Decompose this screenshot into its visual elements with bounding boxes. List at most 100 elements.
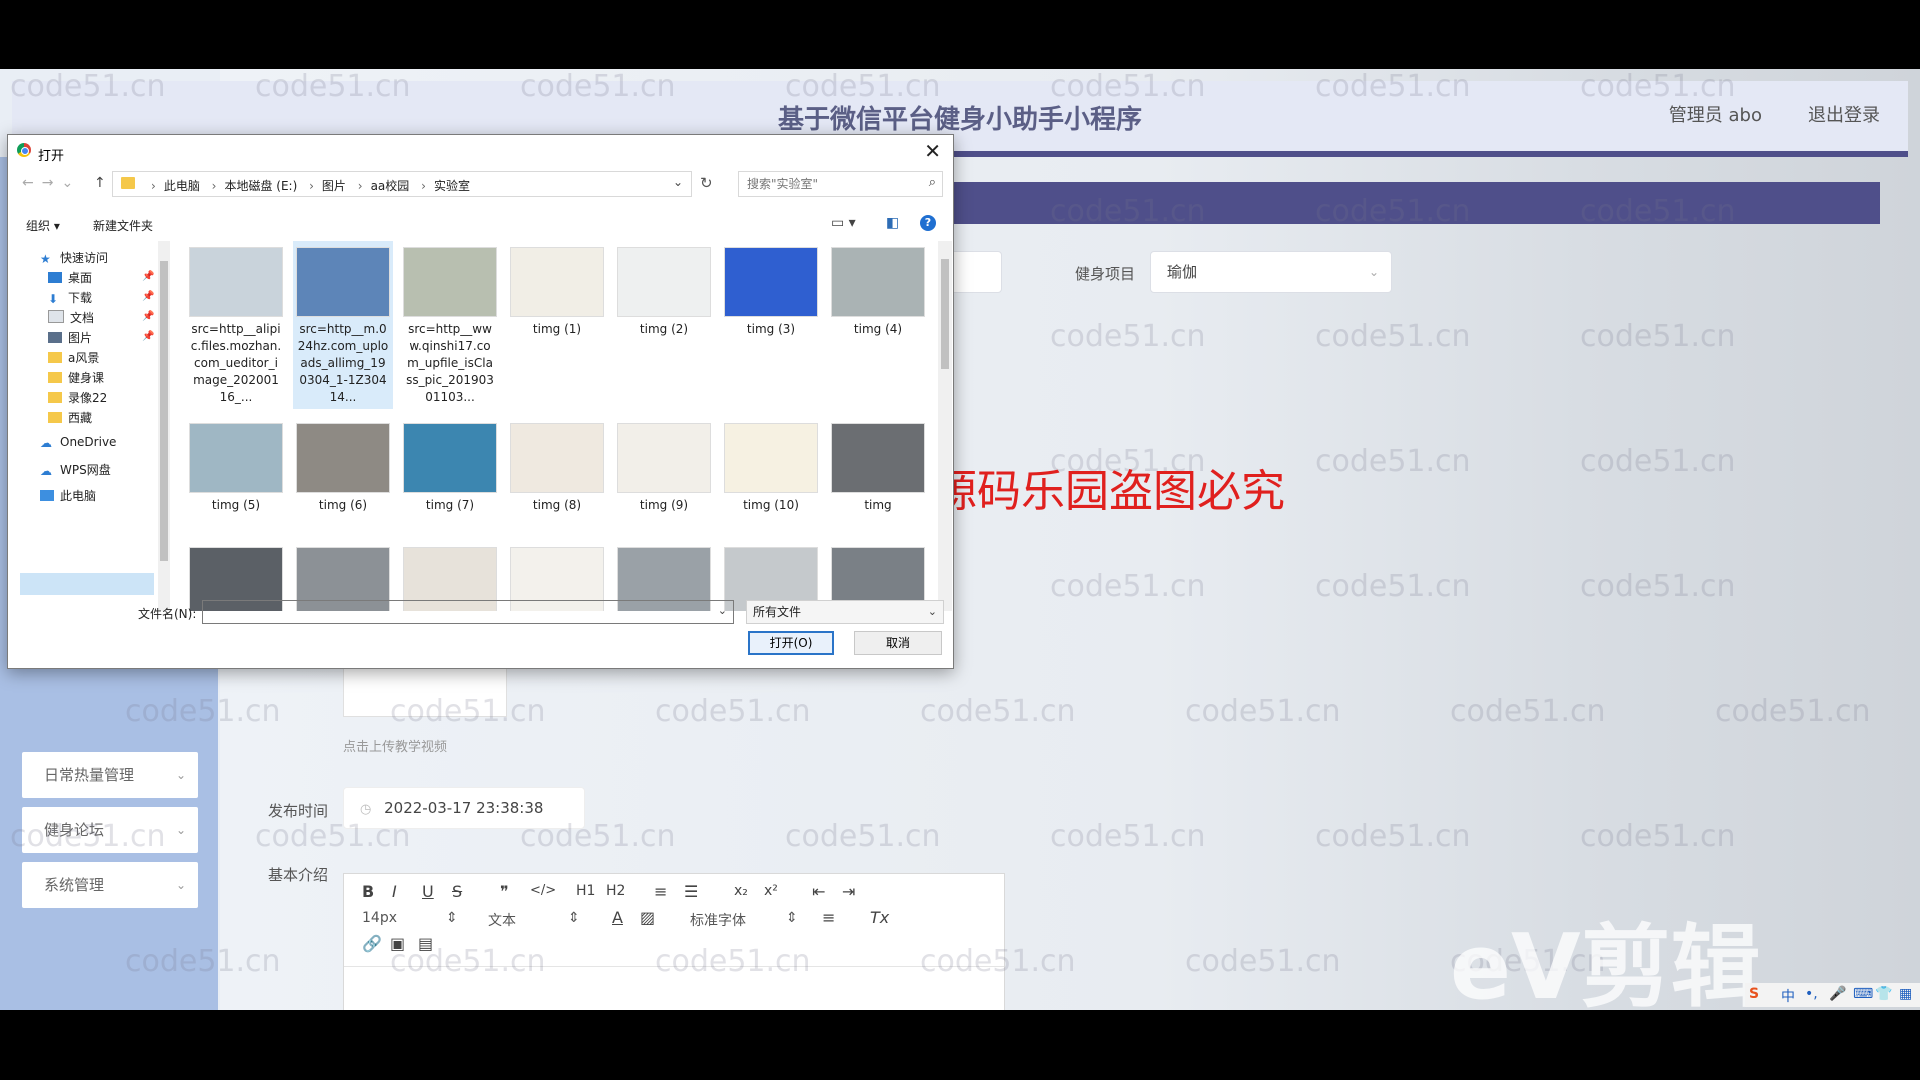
code-button[interactable]: </>	[530, 883, 556, 898]
organize-button[interactable]: 组织 ▾	[26, 217, 60, 234]
background-color-icon[interactable]: ▨	[640, 908, 655, 927]
search-box[interactable]: ⌕	[738, 171, 943, 197]
pin-icon[interactable]: 📌	[142, 271, 154, 282]
nav-item-downloads[interactable]: ⬇ 下载	[48, 289, 92, 306]
picture-icon	[48, 332, 62, 343]
breadcrumb-item[interactable]: aa校园	[371, 179, 410, 193]
nav-item-wps[interactable]: ☁ WPS网盘	[40, 461, 111, 478]
file-item[interactable]: src=http__www.qinshi17.com_upfile_isClas…	[400, 241, 500, 409]
scrollbar-thumb[interactable]	[941, 259, 949, 369]
cancel-button[interactable]: 取消	[854, 631, 942, 655]
breadcrumb-item[interactable]: 此电脑	[164, 179, 200, 193]
subscript-button[interactable]: x₂	[734, 883, 748, 899]
quote-button[interactable]: ❞	[500, 882, 509, 901]
scrollbar-thumb[interactable]	[160, 261, 168, 561]
close-icon[interactable]: ✕	[924, 139, 941, 163]
search-input[interactable]	[739, 172, 919, 196]
breadcrumb-item[interactable]: 图片	[322, 179, 346, 193]
font-family-select[interactable]: 标准字体	[690, 910, 746, 930]
superscript-button[interactable]: x²	[764, 883, 778, 899]
search-icon[interactable]: ⌕	[929, 175, 936, 190]
file-item[interactable]: timg (4)	[828, 241, 928, 338]
text-type-select[interactable]: 文本	[488, 910, 516, 930]
outdent-button[interactable]: ⇤	[812, 882, 825, 901]
pin-icon[interactable]: 📌	[142, 331, 154, 342]
refresh-icon[interactable]: ↻	[700, 174, 713, 192]
pin-icon[interactable]: 📌	[142, 291, 154, 302]
ordered-list-button[interactable]: ≡	[654, 882, 667, 901]
nav-item-folder[interactable]: 西藏	[48, 409, 92, 426]
help-icon[interactable]: ?	[920, 215, 936, 231]
upload-tip: 点击上传教学视频	[343, 740, 448, 755]
file-item[interactable]: timg (10)	[721, 417, 821, 514]
punct-indicator[interactable]: •,	[1805, 986, 1818, 1002]
open-button[interactable]: 打开(O)	[748, 631, 834, 655]
cloud-icon: ☁	[40, 436, 52, 450]
filename-field[interactable]: ⌄	[202, 600, 734, 624]
underline-button[interactable]: U	[422, 882, 434, 901]
italic-button[interactable]: I	[392, 882, 397, 901]
file-item[interactable]: timg (2)	[614, 241, 714, 338]
filename-input[interactable]	[203, 601, 707, 623]
nav-item-pictures[interactable]: 图片	[48, 329, 92, 346]
project-select[interactable]: 瑜伽 ⌄	[1150, 251, 1392, 293]
file-scrollbar[interactable]	[938, 241, 952, 611]
up-arrow-icon[interactable]: ↑	[94, 175, 106, 191]
watermark: code51.cn	[1050, 194, 1206, 229]
download-icon: ⬇	[48, 292, 59, 306]
nav-item-desktop[interactable]: 桌面	[48, 269, 92, 286]
current-user[interactable]: 管理员 abo	[1669, 101, 1762, 127]
nav-item-this-pc[interactable]: 此电脑	[40, 487, 96, 504]
view-options-icon[interactable]: ▭ ▾	[831, 215, 856, 231]
breadcrumb-item[interactable]: 实验室	[434, 179, 470, 193]
back-forward-icons[interactable]: ←→⌄	[22, 175, 81, 191]
breadcrumb-item[interactable]: 本地磁盘 (E:)	[224, 179, 297, 193]
bold-button[interactable]: B	[362, 882, 374, 901]
strike-button[interactable]: S	[452, 882, 462, 901]
font-color-icon[interactable]: A	[612, 908, 623, 927]
file-item[interactable]: timg (8)	[507, 417, 607, 514]
file-item[interactable]: src=http__m.024hz.com_uploads_allimg_190…	[293, 241, 393, 409]
file-item[interactable]: timg (1)	[507, 241, 607, 338]
file-item[interactable]: timg (7)	[400, 417, 500, 514]
nav-scrollbar[interactable]	[158, 241, 170, 611]
nav-item-onedrive[interactable]: ☁ OneDrive	[40, 435, 116, 450]
ime-indicator[interactable]: 中	[1781, 986, 1795, 1006]
file-item[interactable]: timg (3)	[721, 241, 821, 338]
bullet-list-button[interactable]: ☰	[684, 882, 698, 901]
keyboard-icon[interactable]: ⌨	[1853, 986, 1873, 1002]
mic-icon[interactable]: 🎤	[1829, 986, 1846, 1002]
file-item[interactable]: timg (5)	[186, 417, 286, 514]
file-item[interactable]: timg (6)	[293, 417, 393, 514]
h1-button[interactable]: H1	[576, 883, 595, 899]
address-bar[interactable]: › 此电脑 › 本地磁盘 (E:) › 图片 › aa校园 › 实验室 ⌄	[112, 171, 692, 197]
align-icon[interactable]: ≡	[822, 908, 835, 927]
preview-pane-icon[interactable]: ◧	[886, 215, 899, 231]
skin-icon[interactable]: 👕	[1875, 986, 1892, 1002]
nav-item-label: a风景	[68, 351, 100, 365]
h2-button[interactable]: H2	[606, 883, 625, 899]
font-size-select[interactable]: 14px	[362, 910, 397, 926]
indent-button[interactable]: ⇥	[842, 882, 855, 901]
nav-item-folder[interactable]: a风景	[48, 349, 99, 366]
nav-item-documents[interactable]: 文档	[48, 309, 94, 326]
pin-icon[interactable]: 📌	[142, 311, 154, 322]
chevron-down-icon[interactable]: ⌄	[673, 175, 683, 189]
menu-grid-icon[interactable]: ▦	[1899, 986, 1912, 1002]
rich-text-editor[interactable]: B I U S ❞ </> H1 H2 ≡ ☰ x₂ x² ⇤ ⇥ 14px ⇕…	[343, 873, 1005, 1010]
new-folder-button[interactable]: 新建文件夹	[93, 217, 153, 234]
sidebar-item-system[interactable]: 系统管理 ⌄	[22, 862, 198, 908]
nav-item-quick-access[interactable]: ★ 快速访问	[40, 249, 108, 266]
file-item[interactable]: timg	[828, 417, 928, 514]
file-item[interactable]: timg (9)	[614, 417, 714, 514]
filetype-select[interactable]: 所有文件 ⌄	[746, 600, 944, 624]
chevron-down-icon[interactable]: ⌄	[718, 604, 727, 617]
link-icon[interactable]: 🔗	[362, 934, 382, 953]
logout-link[interactable]: 退出登录	[1808, 101, 1880, 127]
sogou-icon[interactable]: S	[1749, 986, 1759, 1002]
clear-format-button[interactable]: Tx	[870, 908, 889, 927]
file-item[interactable]: src=http__alipic.files.mozhan.com_uedito…	[186, 241, 286, 409]
nav-item-folder[interactable]: 录像22	[48, 389, 107, 406]
sidebar-item-calorie[interactable]: 日常热量管理 ⌄	[22, 752, 198, 798]
nav-item-folder[interactable]: 健身课	[48, 369, 104, 386]
